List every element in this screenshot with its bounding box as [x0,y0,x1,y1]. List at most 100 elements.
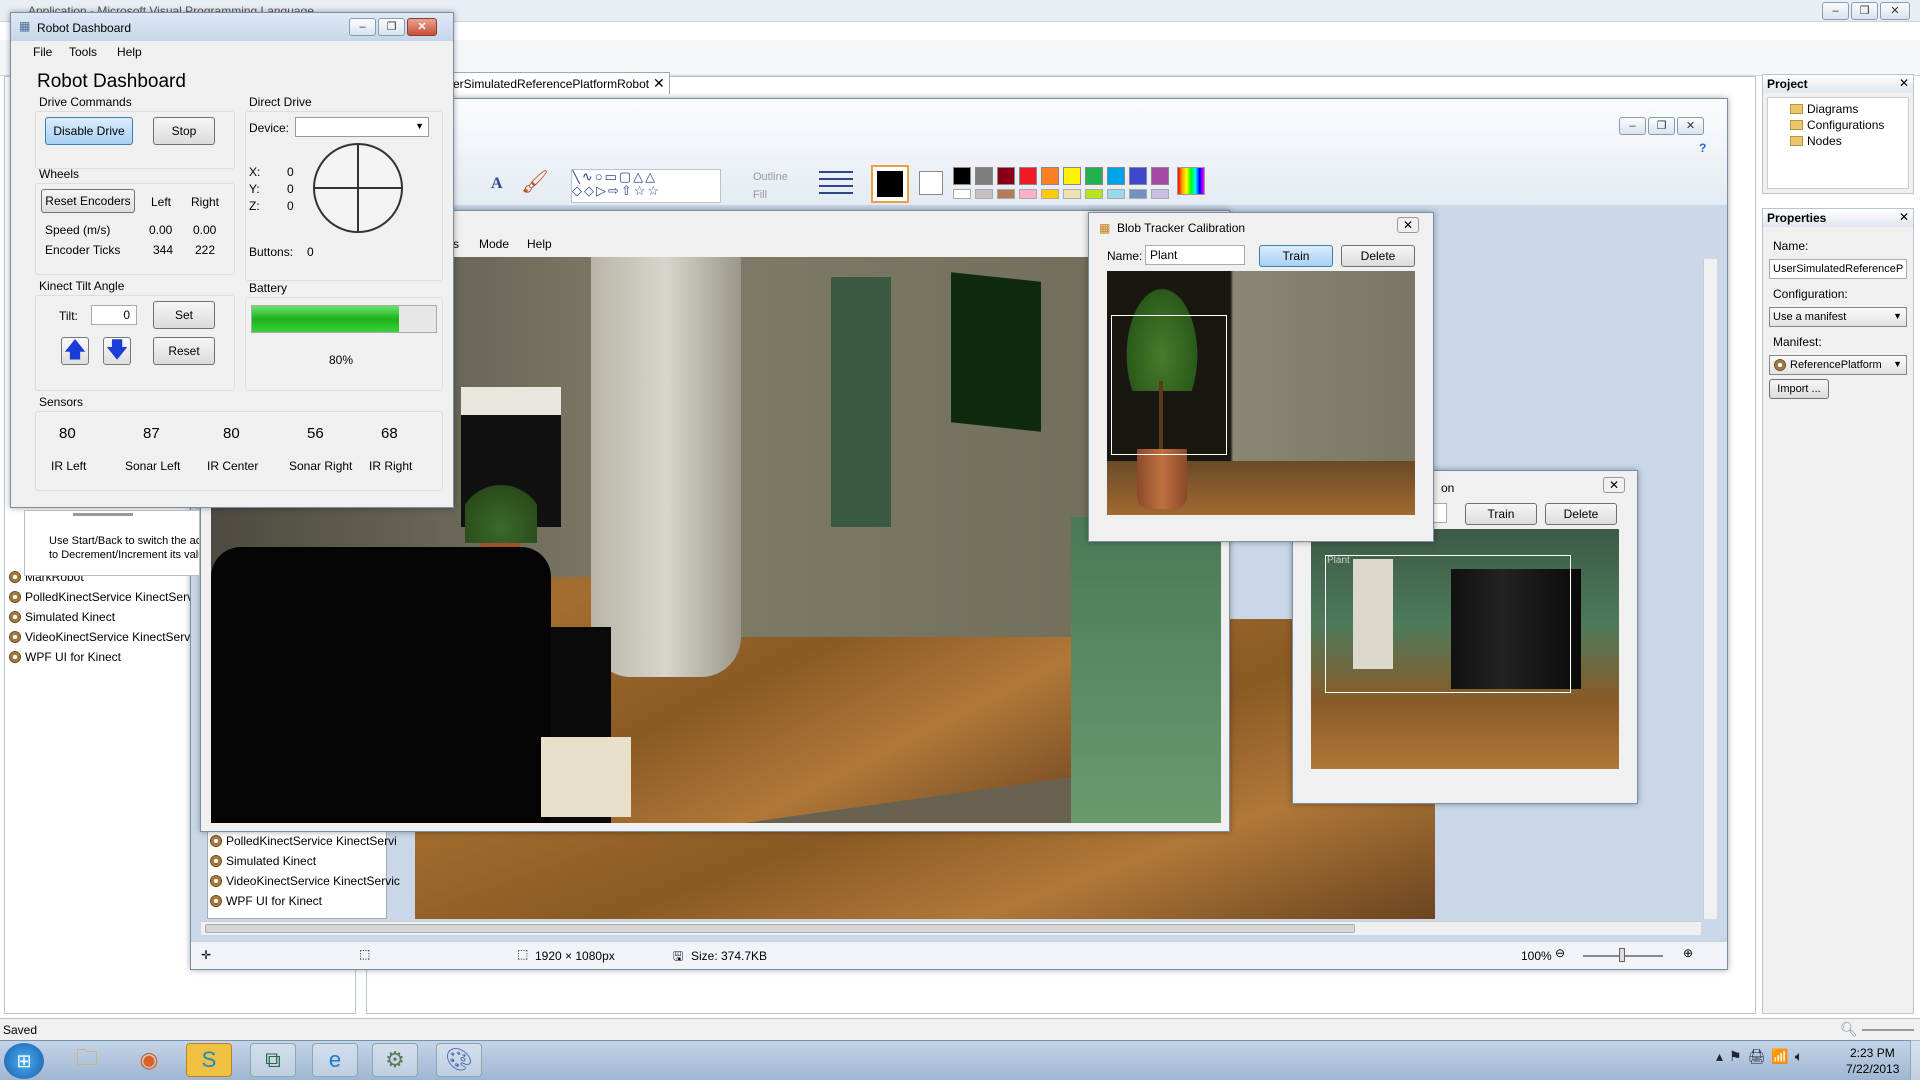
palette-swatch[interactable] [1151,189,1169,199]
menu-item-help[interactable]: Help [527,237,552,251]
list-item[interactable]: Simulated Kinect [9,610,115,624]
palette-swatch[interactable] [1085,189,1103,199]
manifest-select[interactable]: ReferencePlatform ▼ [1769,355,1907,375]
zoom-in-icon[interactable]: ⊕ [1683,946,1693,960]
reset-tilt-button[interactable]: Reset [153,337,215,365]
color2-swatch[interactable] [919,171,943,195]
minimize-icon[interactable]: – [1619,117,1646,135]
size-icon[interactable] [819,171,853,199]
restore-icon[interactable]: ❐ [1648,117,1675,135]
project-panel: Project ✕ Diagrams Configurations Nodes [1762,74,1914,194]
palette-swatch[interactable] [1085,167,1103,185]
delete-button[interactable]: Delete [1545,503,1617,525]
palette-swatch[interactable] [1019,189,1037,199]
edit-colors-icon[interactable] [1177,167,1205,195]
text-tool-icon[interactable]: A [491,175,503,193]
list-item[interactable]: WPF UI for Kinect [210,894,322,908]
restore-icon[interactable]: ❐ [1851,2,1878,20]
close-icon[interactable]: ✕ [1880,2,1910,20]
outline-dropdown[interactable]: Outline [753,171,788,183]
palette-swatch[interactable] [1041,167,1059,185]
palette-swatch[interactable] [1063,167,1081,185]
tilt-down-button[interactable]: 🡇 [103,337,131,365]
scrollbar-thumb[interactable] [205,924,1355,933]
firefox-taskbar-icon[interactable]: ◉ [126,1043,172,1077]
color1-swatch[interactable] [871,165,909,203]
palette-swatch[interactable] [953,167,971,185]
fill-dropdown[interactable]: Fill [753,189,767,201]
palette-swatch[interactable] [1019,167,1037,185]
stop-button[interactable]: Stop [153,117,215,145]
palette-swatch[interactable] [953,189,971,199]
palette-swatch[interactable] [1129,189,1147,199]
tree-item-diagrams[interactable]: Diagrams [1790,102,1858,116]
palette-swatch[interactable] [975,189,993,199]
zoom-slider-thumb[interactable] [1619,948,1625,962]
palette-swatch[interactable] [1107,167,1125,185]
palette-swatch[interactable] [975,167,993,185]
help-icon[interactable]: ? [1699,141,1706,155]
menu-item-mode[interactable]: Mode [479,237,509,251]
set-button[interactable]: Set [153,301,215,329]
import-button[interactable]: Import ... [1769,379,1829,399]
device-select[interactable]: ▼ [295,117,429,137]
disable-drive-button[interactable]: Disable Drive [45,117,133,145]
shapes-gallery[interactable]: ╲∿○▭▢△△ ◇◇▷⇨⇧☆☆ [571,169,721,203]
list-item[interactable]: Simulated Kinect [210,854,316,868]
doc-tab[interactable]: erSimulatedReferencePlatformRobot ✕ [448,72,670,94]
brush-icon[interactable]: 🖌︎ [521,169,549,195]
name-field[interactable]: UserSimulatedReferenceP [1769,259,1907,279]
close-icon[interactable]: ✕ [407,18,437,36]
reset-encoders-button[interactable]: Reset Encoders [41,189,135,213]
close-icon[interactable]: ✕ [1603,477,1626,493]
list-item[interactable]: PolledKinectService KinectServi [210,834,397,848]
close-icon[interactable]: ✕ [1899,76,1909,90]
tree-item-configurations[interactable]: Configurations [1790,118,1884,132]
menu-item-file[interactable]: File [33,45,52,59]
palette-swatch[interactable] [997,189,1015,199]
right-column-header: Right [191,195,220,209]
paint-taskbar-icon[interactable]: 🎨︎ [436,1043,482,1077]
tree-item-nodes[interactable]: Nodes [1790,134,1842,148]
explorer-taskbar-icon[interactable]: 🗀 [64,1043,110,1077]
tilt-up-button[interactable]: 🡅 [61,337,89,365]
start-button[interactable]: ⊞ [4,1043,44,1079]
close-icon[interactable]: ✕ [1677,117,1704,135]
palette-swatch[interactable] [1107,189,1125,199]
palette-swatch[interactable] [1129,167,1147,185]
configuration-select[interactable]: Use a manifest ▼ [1769,307,1907,327]
clock-date[interactable]: 7/22/2013 [1846,1062,1899,1076]
list-item[interactable]: VideoKinectService KinectServic [210,874,400,888]
show-desktop-button[interactable] [1910,1040,1920,1080]
horizontal-scrollbar[interactable] [201,921,1701,935]
tilt-input[interactable]: 0 [91,305,137,325]
minimize-icon[interactable]: – [349,18,376,36]
list-item[interactable]: VideoKinectService KinectServic [9,630,199,644]
status-zoom-slider[interactable] [1862,1029,1914,1031]
menu-item-tools[interactable]: Tools [69,45,97,59]
minimize-icon[interactable]: – [1822,2,1849,20]
train-button[interactable]: Train [1259,245,1333,267]
palette-swatch[interactable] [997,167,1015,185]
palette-swatch[interactable] [1063,189,1081,199]
close-icon[interactable]: ✕ [653,75,665,92]
zoom-out-icon[interactable]: ⊖ [1555,946,1565,960]
joystick-pad[interactable] [313,143,403,233]
name-input[interactable]: Plant [1145,245,1245,265]
palette-swatch[interactable] [1151,167,1169,185]
close-icon[interactable]: ✕ [1899,210,1909,224]
diagram-app-taskbar-icon[interactable]: ⧉ [250,1043,296,1077]
delete-button[interactable]: Delete [1341,245,1415,267]
clock-time[interactable]: 2:23 PM [1850,1046,1895,1060]
ie-taskbar-icon[interactable]: e [312,1043,358,1077]
restore-icon[interactable]: ❐ [378,18,405,36]
robot-taskbar-icon[interactable]: ⚙ [372,1043,418,1077]
vertical-scrollbar[interactable] [1703,259,1717,919]
close-icon[interactable]: ✕ [1397,217,1420,233]
skype-taskbar-icon[interactable]: S [186,1043,232,1077]
train-button[interactable]: Train [1465,503,1537,525]
list-item[interactable]: WPF UI for Kinect [9,650,121,664]
list-item[interactable]: PolledKinectService KinectServi [9,590,196,604]
palette-swatch[interactable] [1041,189,1059,199]
menu-item-help[interactable]: Help [117,45,142,59]
